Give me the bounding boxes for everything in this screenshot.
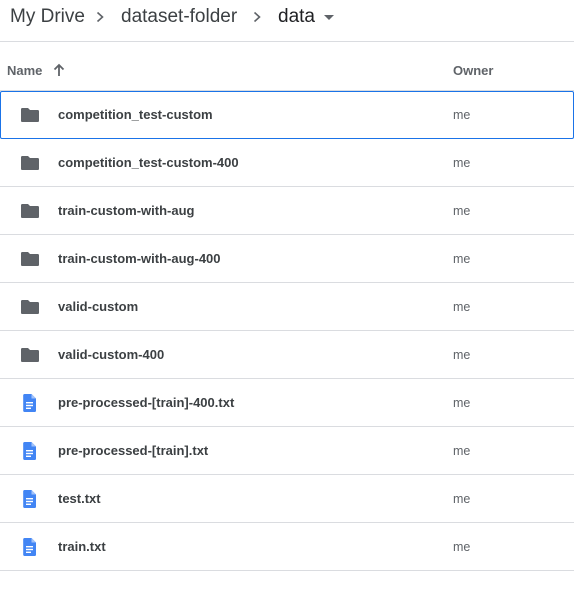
file-owner: me [453, 348, 471, 362]
folder-icon [20, 345, 40, 365]
file-list: competition_test-custom me competition_tes… [0, 91, 574, 571]
file-owner: me [453, 540, 471, 554]
file-row[interactable]: competition_test-custom-400 me [0, 139, 574, 187]
file-row[interactable]: pre-processed-[train]-400.txt me [0, 379, 574, 427]
file-owner: me [453, 156, 471, 170]
chevron-right-icon [253, 11, 261, 23]
file-row[interactable]: competition_test-custom me [0, 91, 574, 139]
folder-icon [20, 249, 40, 269]
file-row[interactable]: train-custom-with-aug-400 me [0, 235, 574, 283]
file-row[interactable]: train.txt me [0, 523, 574, 571]
file-row[interactable]: pre-processed-[train].txt me [0, 427, 574, 475]
sort-arrow-up-icon[interactable] [52, 62, 66, 78]
file-name: train-custom-with-aug-400 [58, 251, 221, 266]
file-owner: me [453, 300, 471, 314]
file-owner: me [453, 492, 471, 506]
file-owner: me [453, 108, 471, 122]
file-name: train.txt [58, 539, 106, 554]
file-name: pre-processed-[train].txt [58, 443, 209, 458]
folder-icon [20, 297, 40, 317]
file-name: train-custom-with-aug [58, 203, 195, 218]
column-header-owner: Owner [453, 63, 494, 78]
file-row[interactable]: test.txt me [0, 475, 574, 523]
chevron-right-icon [96, 11, 104, 23]
file-row[interactable]: valid-custom me [0, 283, 574, 331]
document-icon [20, 441, 40, 461]
folder-icon [20, 201, 40, 221]
file-row[interactable]: valid-custom-400 me [0, 331, 574, 379]
document-icon [20, 489, 40, 509]
breadcrumb: My Drive dataset-folder data [0, 0, 574, 42]
file-name: valid-custom-400 [58, 347, 165, 362]
file-name: competition_test-custom [58, 107, 213, 122]
file-owner: me [453, 252, 471, 266]
folder-icon [20, 105, 40, 125]
breadcrumb-dataset-folder[interactable]: dataset-folder [121, 4, 237, 30]
file-name: test.txt [58, 491, 101, 506]
file-row[interactable]: train-custom-with-aug me [0, 187, 574, 235]
column-header-name[interactable]: Name [7, 64, 42, 78]
document-icon [20, 537, 40, 557]
file-name: valid-custom [58, 299, 139, 314]
file-owner: me [453, 204, 471, 218]
file-owner: me [453, 444, 471, 458]
document-icon [20, 393, 40, 413]
file-list-header: Name Owner [0, 42, 574, 91]
file-owner: me [453, 396, 471, 410]
file-name: pre-processed-[train]-400.txt [58, 395, 235, 410]
breadcrumb-my-drive[interactable]: My Drive [10, 4, 85, 30]
file-name: competition_test-custom-400 [58, 155, 239, 170]
dropdown-caret-icon[interactable] [324, 15, 334, 20]
folder-icon [20, 153, 40, 173]
breadcrumb-data[interactable]: data [278, 4, 315, 30]
